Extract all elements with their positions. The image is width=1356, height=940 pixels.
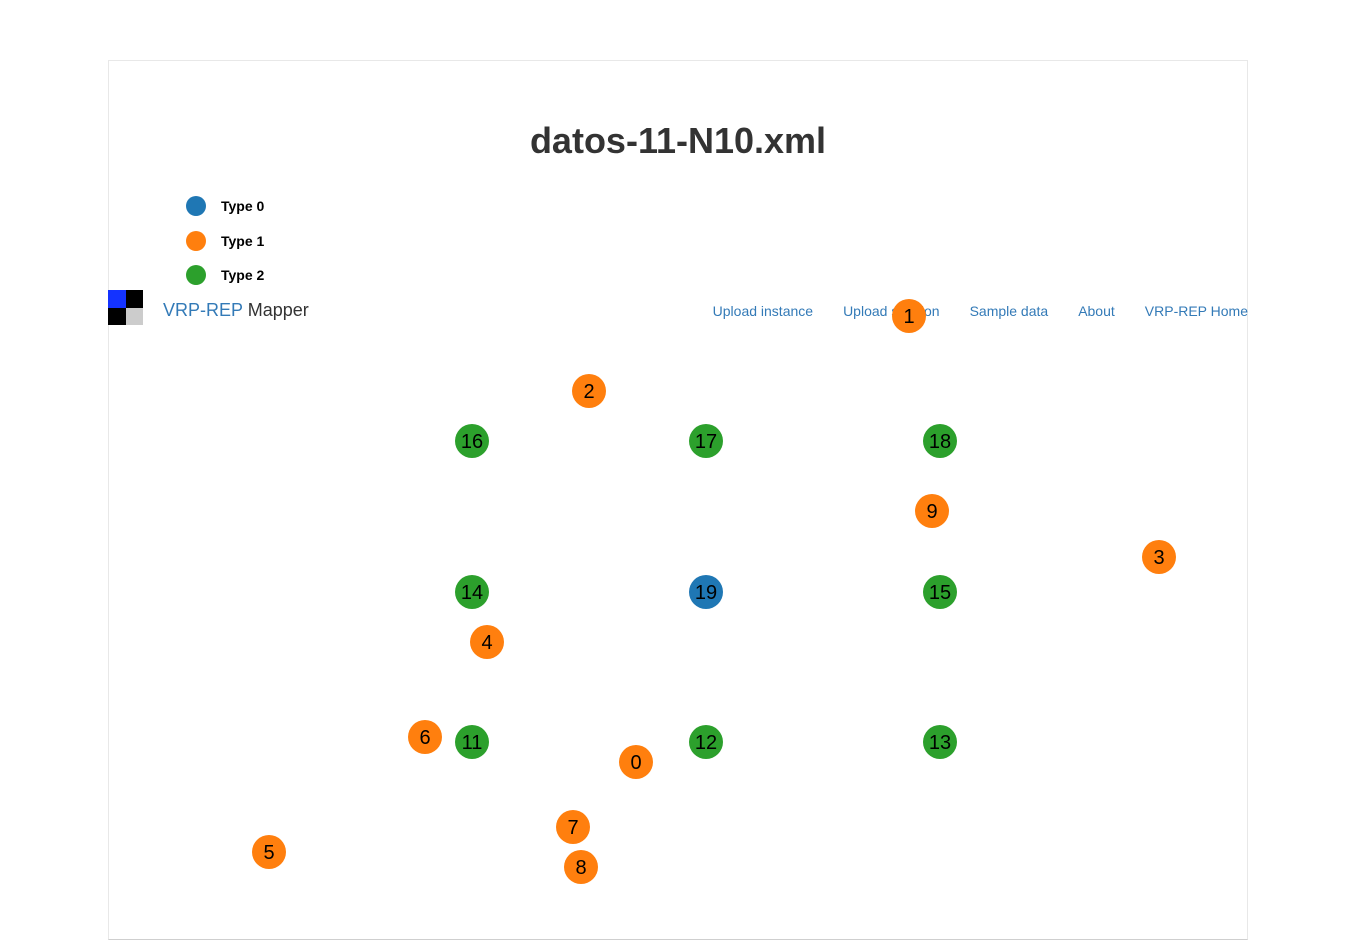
map-node-18[interactable]: 18 bbox=[923, 424, 957, 458]
map-node-4[interactable]: 4 bbox=[470, 625, 504, 659]
map-node-label: 15 bbox=[929, 582, 951, 604]
map-node-label: 6 bbox=[419, 727, 430, 749]
map-node-6[interactable]: 6 bbox=[408, 720, 442, 754]
map-node-label: 9 bbox=[926, 501, 937, 523]
map-node-15[interactable]: 15 bbox=[923, 575, 957, 609]
map-node-label: 18 bbox=[929, 431, 951, 453]
map-node-label: 0 bbox=[630, 752, 641, 774]
map-node-label: 16 bbox=[461, 431, 483, 453]
map-node-11[interactable]: 11 bbox=[455, 725, 489, 759]
map-node-17[interactable]: 17 bbox=[689, 424, 723, 458]
map-node-label: 11 bbox=[462, 732, 483, 754]
map-node-label: 17 bbox=[695, 431, 717, 453]
map-node-label: 12 bbox=[695, 732, 717, 754]
map-node-19[interactable]: 19 bbox=[689, 575, 723, 609]
map-node-16[interactable]: 16 bbox=[455, 424, 489, 458]
map-node-label: 3 bbox=[1153, 547, 1164, 569]
map-node-14[interactable]: 14 bbox=[455, 575, 489, 609]
map-node-0[interactable]: 0 bbox=[619, 745, 653, 779]
map-node-label: 19 bbox=[695, 582, 717, 604]
map-node-13[interactable]: 13 bbox=[923, 725, 957, 759]
node-map: 012345678911 12 1314 1516 17 1819 bbox=[252, 299, 1176, 884]
map-node-label: 5 bbox=[263, 842, 274, 864]
map-node-label: 8 bbox=[575, 857, 586, 879]
map-node-9[interactable]: 9 bbox=[915, 494, 949, 528]
map-node-label: 7 bbox=[567, 817, 578, 839]
map-node-label: 1 bbox=[903, 306, 914, 328]
map-node-12[interactable]: 12 bbox=[689, 725, 723, 759]
map-node-label: 4 bbox=[481, 632, 492, 654]
map-node-2[interactable]: 2 bbox=[572, 374, 606, 408]
map-node-label: 2 bbox=[583, 381, 594, 403]
map-node-8[interactable]: 8 bbox=[564, 850, 598, 884]
map-node-1[interactable]: 1 bbox=[892, 299, 926, 333]
map-node-label: 13 bbox=[929, 732, 951, 754]
map-node-7[interactable]: 7 bbox=[556, 810, 590, 844]
map-node-5[interactable]: 5 bbox=[252, 835, 286, 869]
map-node-3[interactable]: 3 bbox=[1142, 540, 1176, 574]
map-node-label: 14 bbox=[461, 582, 483, 604]
